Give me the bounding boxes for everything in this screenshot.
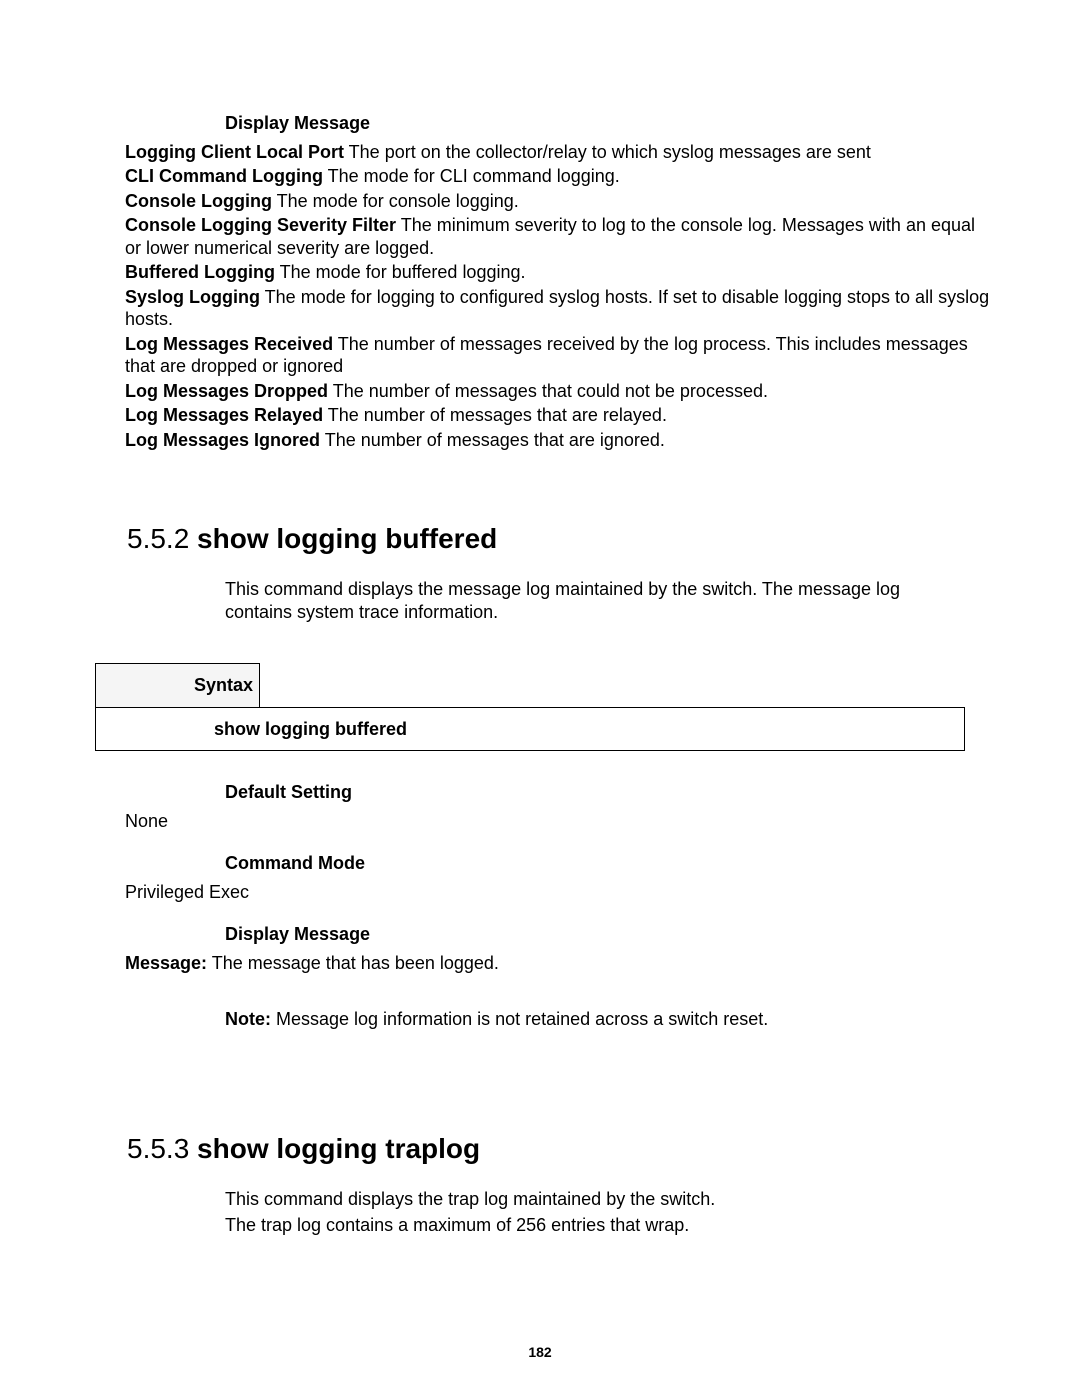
display-message-label-552: Display Message xyxy=(225,923,990,946)
section-heading-552: 5.5.2 show logging buffered xyxy=(127,521,990,556)
definition-row: Logging Client Local Port The port on th… xyxy=(125,141,990,164)
heading-title: show logging buffered xyxy=(189,523,497,554)
definition-term: CLI Command Logging xyxy=(125,166,323,186)
note-desc: Message log information is not retained … xyxy=(271,1009,768,1029)
definition-term: Log Messages Dropped xyxy=(125,381,328,401)
definition-term: Console Logging xyxy=(125,191,272,211)
definition-term: Log Messages Relayed xyxy=(125,405,323,425)
definition-row: CLI Command Logging The mode for CLI com… xyxy=(125,165,990,188)
definition-term: Log Messages Received xyxy=(125,334,333,354)
definition-term: Log Messages Ignored xyxy=(125,430,320,450)
section-description-line2: The trap log contains a maximum of 256 e… xyxy=(225,1214,950,1237)
heading-number: 5.5.2 xyxy=(127,523,189,554)
definition-desc: The number of messages that are relayed. xyxy=(323,405,667,425)
section-description-line1: This command displays the trap log maint… xyxy=(225,1188,950,1211)
definition-row: Log Messages Dropped The number of messa… xyxy=(125,380,990,403)
definition-term: Buffered Logging xyxy=(125,262,275,282)
definition-row: Log Messages Relayed The number of messa… xyxy=(125,404,990,427)
note-term: Note: xyxy=(225,1009,271,1029)
message-definition: Message: The message that has been logge… xyxy=(125,952,990,975)
definition-row: Console Logging The mode for console log… xyxy=(125,190,990,213)
definition-row: Buffered Logging The mode for buffered l… xyxy=(125,261,990,284)
definition-desc: The number of messages that could not be… xyxy=(328,381,768,401)
definition-desc: The port on the collector/relay to which… xyxy=(344,142,871,162)
heading-title: show logging traplog xyxy=(189,1133,480,1164)
definition-row: Syslog Logging The mode for logging to c… xyxy=(125,286,990,331)
message-term: Message: xyxy=(125,953,207,973)
note-line: Note: Message log information is not ret… xyxy=(225,1008,990,1031)
definition-desc: The mode for buffered logging. xyxy=(275,262,526,282)
default-setting-value: None xyxy=(125,810,990,833)
definition-desc: The mode for CLI command logging. xyxy=(323,166,620,186)
definition-row: Log Messages Ignored The number of messa… xyxy=(125,429,990,452)
document-page: Display Message Logging Client Local Por… xyxy=(0,0,1080,1397)
display-message-label-top: Display Message xyxy=(225,112,990,135)
command-mode-label: Command Mode xyxy=(225,852,990,875)
definition-term: Syslog Logging xyxy=(125,287,260,307)
heading-number: 5.5.3 xyxy=(127,1133,189,1164)
default-setting-label: Default Setting xyxy=(225,781,990,804)
page-number: 182 xyxy=(0,1344,1080,1362)
definition-term: Logging Client Local Port xyxy=(125,142,344,162)
command-mode-value: Privileged Exec xyxy=(125,881,990,904)
syntax-command: show logging buffered xyxy=(95,707,965,752)
definitions-block: Logging Client Local Port The port on th… xyxy=(125,141,990,452)
message-desc: The message that has been logged. xyxy=(207,953,499,973)
definition-desc: The mode for console logging. xyxy=(272,191,519,211)
definition-term: Console Logging Severity Filter xyxy=(125,215,396,235)
definition-desc: The number of messages that are ignored. xyxy=(320,430,665,450)
syntax-tab-label: Syntax xyxy=(95,663,260,707)
section-heading-553: 5.5.3 show logging traplog xyxy=(127,1131,990,1166)
section-description: This command displays the message log ma… xyxy=(225,578,950,623)
definition-row: Log Messages Received The number of mess… xyxy=(125,333,990,378)
definition-row: Console Logging Severity Filter The mini… xyxy=(125,214,990,259)
syntax-box: Syntax show logging buffered xyxy=(95,663,965,751)
